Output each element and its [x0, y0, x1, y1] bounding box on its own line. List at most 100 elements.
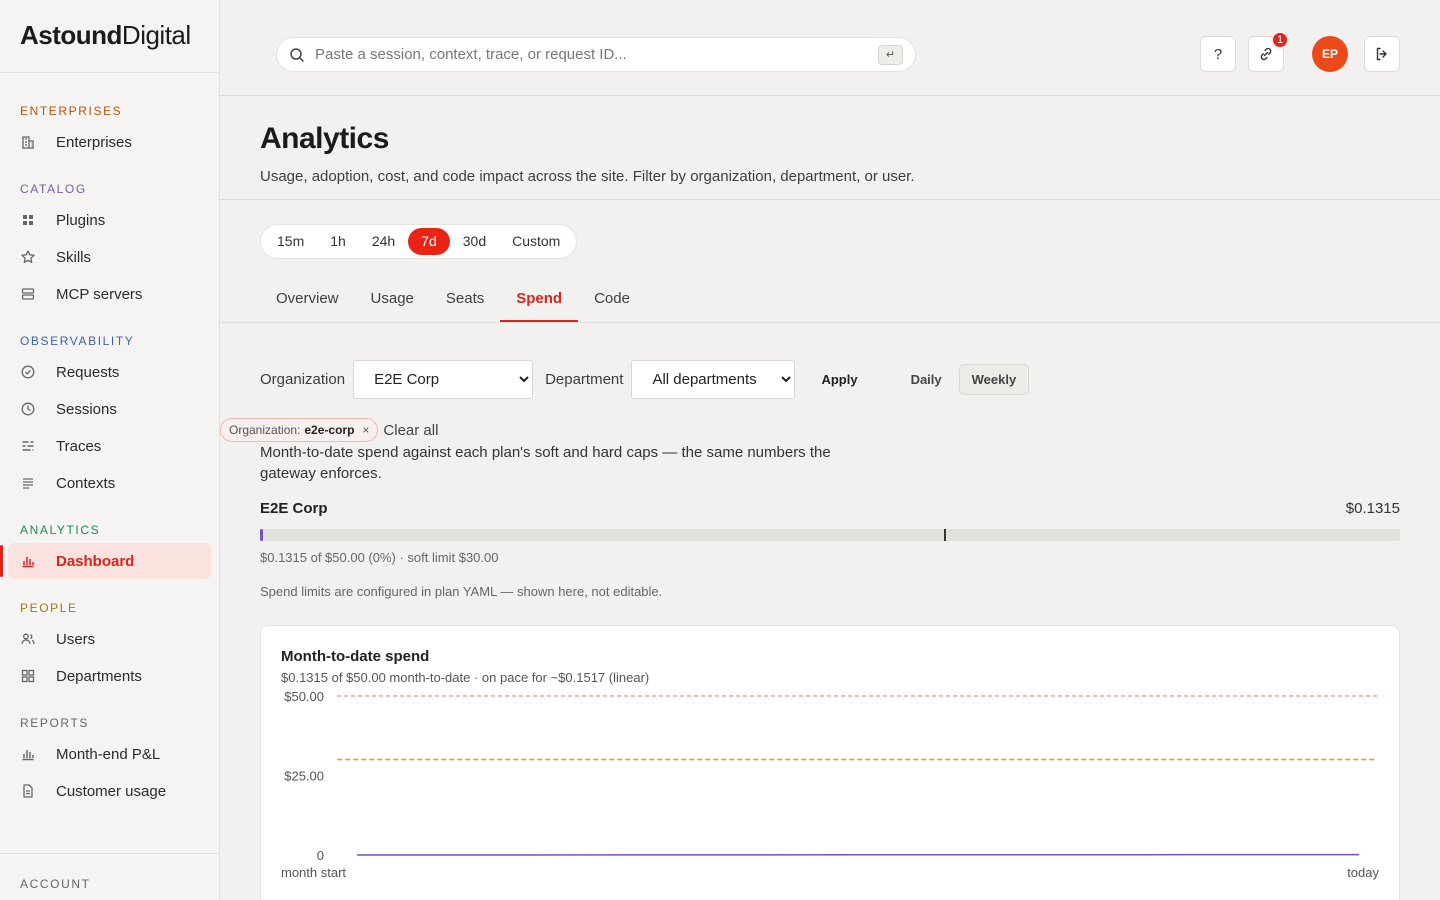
section-account: ACCOUNT [20, 877, 91, 891]
sidebar-item-label: Month-end P&L [56, 745, 161, 763]
logout-button[interactable] [1364, 36, 1400, 72]
sidebar-item-customer-usage[interactable]: Customer usage [8, 773, 211, 809]
spend-limits-note: Spend limits are configured in plan YAML… [260, 584, 663, 599]
logout-icon [1376, 47, 1387, 61]
sidebar-item-requests[interactable]: Requests [8, 354, 211, 390]
sidebar-item-skills[interactable]: Skills [8, 239, 211, 275]
range-custom[interactable]: Custom [499, 228, 573, 255]
brand-logo-light: Digital [121, 20, 191, 50]
brand-logo[interactable]: AstoundDigital [0, 0, 219, 73]
sidebar-item-label: Dashboard [56, 552, 135, 570]
range-24h[interactable]: 24h [359, 228, 408, 255]
document-icon [23, 784, 33, 798]
clock-icon [21, 402, 35, 416]
spend-chart: $50.00 $25.00 0 month start today [281, 689, 1379, 880]
section-people: PEOPLE [20, 601, 78, 615]
tab-usage[interactable]: Usage [355, 276, 430, 322]
spend-progress-bar [260, 529, 1400, 541]
users-icon [21, 633, 35, 645]
sidebar-item-traces[interactable]: Traces [8, 428, 211, 464]
remove-filter-icon[interactable]: × [362, 423, 369, 437]
sidebar-item-label: Skills [56, 248, 92, 266]
filter-chip-key: Organization: [229, 423, 301, 437]
sidebar-item-sessions[interactable]: Sessions [8, 391, 211, 427]
range-30d[interactable]: 30d [450, 228, 499, 255]
sidebar-item-enterprises[interactable]: Enterprises [8, 124, 211, 160]
help-button[interactable]: ? [1200, 36, 1236, 72]
spend-description: Month-to-date spend against each plan's … [260, 444, 831, 482]
y-tick-label: $50.00 [284, 689, 324, 704]
sidebar-item-plugins[interactable]: Plugins [8, 202, 211, 238]
search-box[interactable]: ↵ [276, 37, 916, 72]
org-spend-row: E2E Corp $0.1315 [260, 500, 1400, 517]
organization-label: Organization [260, 370, 346, 388]
search-input[interactable] [315, 46, 878, 63]
section-reports: REPORTS [20, 716, 89, 730]
sidebar-item-label: Departments [56, 667, 142, 685]
org-name: E2E Corp [260, 500, 328, 517]
section-observability: OBSERVABILITY [20, 334, 135, 348]
sidebar-item-contexts[interactable]: Contexts [8, 465, 211, 501]
section-analytics: ANALYTICS [20, 523, 101, 537]
enter-key-hint: ↵ [878, 44, 903, 65]
apply-button[interactable]: Apply [811, 366, 867, 393]
clear-all-button[interactable]: Clear all [383, 422, 438, 439]
sidebar-item-dashboard[interactable]: Dashboard [0, 543, 211, 579]
sidebar-item-label: Contexts [56, 474, 116, 492]
sidebar-nav: ENTERPRISES Enterprises CATALOG Plugins Skil… [0, 73, 219, 809]
traces-icon [22, 441, 34, 451]
organization-select[interactable]: E2E Corp [353, 359, 534, 399]
page-header: Analytics Usage, adoption, cost, and cod… [220, 96, 1440, 200]
filter-chip-value: e2e-corp [304, 423, 355, 437]
tab-overview[interactable]: Overview [260, 276, 355, 322]
star-icon [21, 250, 35, 263]
sidebar-bottom: ACCOUNT [0, 853, 219, 894]
server-icon [21, 288, 35, 300]
page-subtitle: Usage, adoption, cost, and code impact a… [260, 168, 915, 185]
sidebar-item-users[interactable]: Users [8, 621, 211, 657]
sidebar-item-label: Plugins [56, 211, 106, 229]
grid-icon [23, 215, 33, 225]
bar-chart-icon [22, 750, 34, 761]
page-title: Analytics [260, 122, 389, 155]
help-icon: ? [1213, 45, 1223, 63]
search-icon [290, 47, 305, 62]
avatar[interactable]: EP [1312, 36, 1348, 72]
building-icon [22, 136, 34, 149]
weekly-toggle[interactable]: Weekly [958, 363, 1030, 395]
y-tick-label: $25.00 [284, 769, 324, 784]
sidebar-item-label: Users [56, 630, 96, 648]
sidebar-item-mcp-servers[interactable]: MCP servers [8, 276, 211, 312]
tab-seats[interactable]: Seats [430, 276, 500, 322]
link-button[interactable]: 1 [1248, 31, 1289, 72]
sidebar-item-label: Enterprises [56, 133, 132, 151]
sidebar-item-label: Sessions [56, 400, 117, 418]
check-circle-icon [21, 365, 35, 379]
tab-code[interactable]: Code [578, 276, 646, 322]
filter-bar: Organization E2E Corp Department All dep… [260, 359, 1030, 399]
spend-progress-meta: $0.1315 of $50.00 (0%) · soft limit $30.… [260, 550, 499, 565]
x-tick-label: today [1347, 865, 1379, 880]
soft-limit-marker [944, 529, 946, 541]
sidebar-item-month-end-p-l[interactable]: Month-end P&L [8, 736, 211, 772]
departments-icon [21, 669, 35, 683]
topbar: ↵ ? 1 EP [220, 0, 1440, 96]
section-catalog: CATALOG [20, 182, 87, 196]
sidebar-item-label: Requests [56, 363, 120, 381]
range-7d[interactable]: 7d [408, 228, 450, 255]
range-15m[interactable]: 15m [264, 228, 317, 255]
active-filters: Organization: e2e-corp × Clear all [220, 418, 438, 442]
mtd-spend-card: Month-to-date spend $0.1315 of $50.00 mo… [260, 625, 1400, 900]
daily-toggle[interactable]: Daily [898, 364, 955, 395]
tab-spend[interactable]: Spend [500, 276, 579, 322]
sidebar: AstoundDigital ENTERPRISES Enterprises CAT… [0, 0, 220, 900]
link-icon [1260, 47, 1272, 61]
section-enterprises: ENTERPRISES [20, 104, 123, 118]
department-select[interactable]: All departments [631, 359, 796, 399]
department-label: Department [545, 370, 624, 388]
brand-logo-bold: Astound [20, 20, 122, 50]
sidebar-item-departments[interactable]: Departments [8, 658, 211, 694]
analytics-tabs: Overview Usage Seats Spend Code [220, 276, 1440, 323]
range-1h[interactable]: 1h [317, 228, 359, 255]
sidebar-item-label: MCP servers [56, 285, 143, 303]
